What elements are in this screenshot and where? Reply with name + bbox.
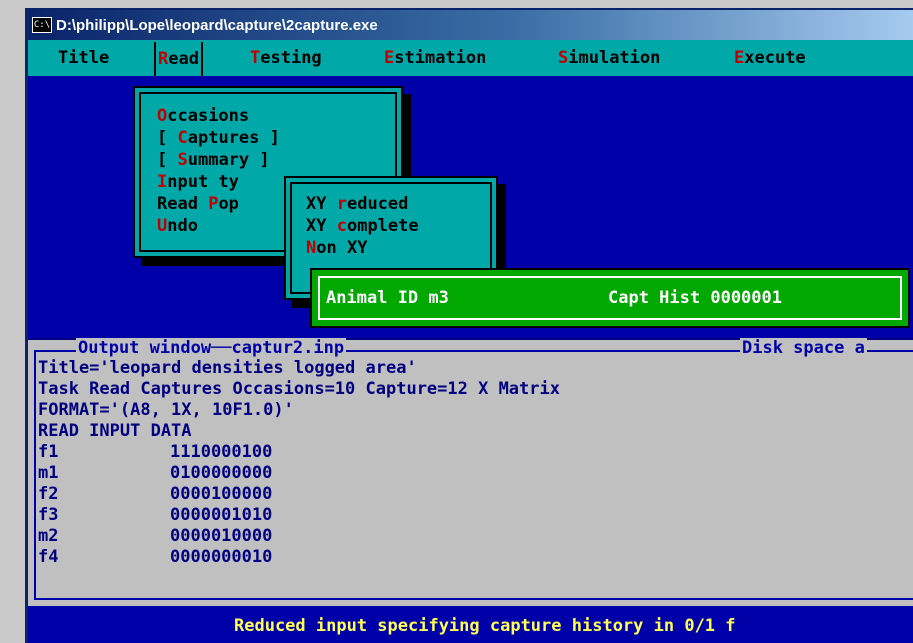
output-window-title: Output window──captur2.inp [76, 338, 347, 358]
menu-bar: Title Read Testing Estimation Simulation… [28, 40, 913, 76]
console-icon[interactable]: C:\ [32, 17, 52, 33]
row-id: f4 [38, 547, 59, 567]
window-title: D:\philipp\Lope\leopard\capture\2capture… [56, 16, 378, 34]
row-id: m2 [38, 526, 59, 546]
read-menu-input-type[interactable]: Input ty [157, 172, 239, 192]
menu-title[interactable]: Title [58, 48, 109, 68]
read-menu-undo[interactable]: Undo [157, 216, 198, 236]
output-line: Task Read Captures Occasions=10 Capture=… [38, 379, 560, 399]
row-history: 0000000010 [170, 547, 273, 567]
row-history: 0100000000 [170, 463, 273, 483]
menu-read[interactable]: Read [154, 42, 203, 76]
data-row: m2 0000010000 [38, 526, 913, 547]
output-line: READ INPUT DATA [38, 421, 192, 441]
read-menu-summary[interactable]: [ Summary ] [157, 150, 270, 170]
title-bar[interactable]: C:\ D:\philipp\Lope\leopard\capture\2cap… [28, 10, 913, 40]
data-row: m1 0100000000 [38, 463, 913, 484]
data-row: f2 0000100000 [38, 484, 913, 505]
output-text: Title='leopard densities logged area' Ta… [38, 358, 913, 568]
read-menu-read-pop[interactable]: Read Pop [157, 194, 239, 214]
disk-space-label: Disk space a [740, 338, 867, 358]
row-history: 0000010000 [170, 526, 273, 546]
submenu-non-xy[interactable]: Non XY [306, 238, 367, 258]
row-id: f2 [38, 484, 59, 504]
output-line: FORMAT='(A8, 1X, 10F1.0)' [38, 400, 294, 420]
console-window: C:\ D:\philipp\Lope\leopard\capture\2cap… [25, 8, 913, 643]
animal-info-box: Animal ID m3 Capt Hist 0000001 [310, 268, 910, 328]
read-menu-captures[interactable]: [ Captures ] [157, 128, 280, 148]
animal-info-border: Animal ID m3 Capt Hist 0000001 [318, 276, 902, 320]
data-row: f1 1110000100 [38, 442, 913, 463]
read-menu-occasions[interactable]: Occasions [157, 106, 249, 126]
status-bar: Reduced input specifying capture history… [28, 606, 913, 643]
menu-execute[interactable]: Execute [734, 48, 806, 68]
row-history: 0000001010 [170, 505, 273, 525]
row-id: f3 [38, 505, 59, 525]
row-history: 0000100000 [170, 484, 273, 504]
output-line: Title='leopard densities logged area' [38, 358, 417, 378]
row-id: f1 [38, 442, 59, 462]
row-id: m1 [38, 463, 59, 483]
data-row: f3 0000001010 [38, 505, 913, 526]
menu-testing[interactable]: Testing [250, 48, 322, 68]
submenu-xy-reduced[interactable]: XY reduced [306, 194, 408, 214]
output-window[interactable]: Output window──captur2.inp Disk space a … [28, 338, 913, 608]
capture-history-label: Capt Hist 0000001 [608, 288, 782, 308]
status-text: Reduced input specifying capture history… [234, 616, 736, 636]
menu-simulation[interactable]: Simulation [558, 48, 660, 68]
animal-id-label: Animal ID m3 [326, 288, 449, 308]
row-history: 1110000100 [170, 442, 273, 462]
menu-estimation[interactable]: Estimation [384, 48, 486, 68]
data-row: f4 0000000010 [38, 547, 913, 568]
submenu-xy-complete[interactable]: XY complete [306, 216, 419, 236]
